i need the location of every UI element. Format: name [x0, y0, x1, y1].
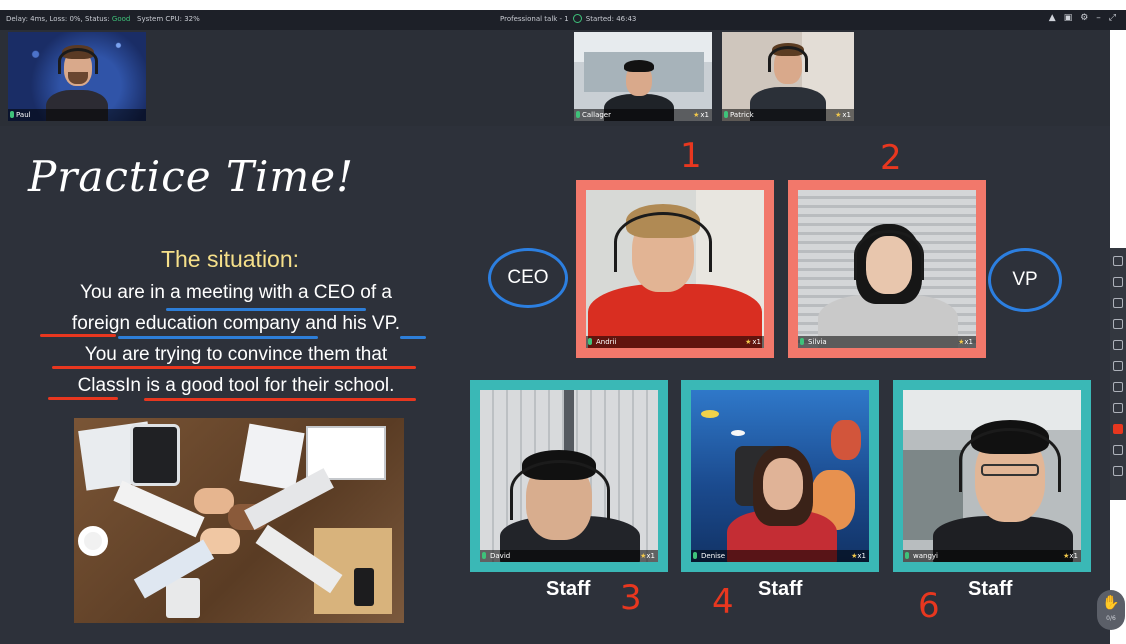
participant-name: Patrick: [730, 111, 754, 119]
hand-raise-button[interactable]: ✋ 0/6: [1097, 590, 1125, 630]
connection-status: Delay: 4ms, Loss: 0%, Status: Good Syste…: [6, 15, 200, 23]
eraser-tool-icon[interactable]: [1113, 340, 1123, 350]
situation-line: You are trying to convince them that: [84, 344, 388, 365]
clock-icon: [572, 14, 582, 23]
select-tool-icon[interactable]: [1113, 277, 1123, 287]
video-tile-wangyi[interactable]: wangyi ★x1: [893, 380, 1091, 572]
annotation-number-3: 3: [620, 578, 642, 618]
situation-line: ClassIn is a good tool for their school.: [77, 375, 395, 396]
bell-icon[interactable]: ▲: [1049, 13, 1056, 23]
record-icon[interactable]: ▣: [1064, 13, 1073, 23]
staff-label: Staff: [546, 578, 591, 600]
session-info: Professional talk - 1 Started: 46:43: [500, 14, 636, 23]
annotation-number-1: 1: [680, 136, 702, 176]
trophy-icon: ★x1: [851, 552, 866, 560]
situation-line: You are in a meeting with a CEO of a: [80, 282, 392, 303]
status-good: Good: [111, 15, 131, 23]
trophy-icon: ★x1: [835, 111, 851, 119]
video-tile-andrii[interactable]: Andrii ★x1: [576, 180, 774, 358]
situation-heading: The situation:: [160, 246, 300, 272]
ceo-annotation: CEO: [488, 248, 568, 308]
trophy-icon: ★x1: [640, 552, 655, 560]
red-underline: [48, 397, 118, 400]
toolbox-icon[interactable]: [1113, 466, 1123, 476]
annotation-number-4: 4: [712, 582, 734, 622]
blue-underline: [400, 336, 426, 339]
red-underline: [52, 366, 416, 369]
participant-name: Silvia: [808, 338, 827, 346]
top-status-bar: Delay: 4ms, Loss: 0%, Status: Good Syste…: [0, 10, 1126, 30]
red-underline: [40, 334, 116, 337]
video-tile-callager[interactable]: Callager ★x1: [574, 32, 712, 121]
minimize-icon[interactable]: –: [1096, 13, 1101, 23]
annotation-number-6: 6: [918, 586, 940, 626]
video-tile-silvia[interactable]: Silvia ★x1: [788, 180, 986, 358]
shape-tool-icon[interactable]: [1113, 382, 1123, 392]
teamwork-photo: [74, 418, 404, 623]
participant-name: wangyi: [913, 552, 938, 560]
hand-icon: ✋: [1102, 595, 1120, 611]
annotation-number-2: 2: [880, 138, 902, 178]
video-strip: Paul Callager ★x1 Patrick ★x1: [0, 30, 1110, 126]
participant-name: Andrii: [596, 338, 617, 346]
participant-name: Denise: [701, 552, 726, 560]
gear-icon[interactable]: ⚙: [1080, 13, 1088, 23]
classroom-stage: Paul Callager ★x1 Patrick ★x1 Practice Tim…: [0, 30, 1110, 644]
participant-name: Callager: [582, 111, 611, 119]
trophy-icon: ★x1: [693, 111, 709, 119]
video-tile-paul[interactable]: Paul: [8, 32, 146, 121]
red-color-icon[interactable]: [1113, 424, 1123, 434]
vp-annotation: VP: [988, 248, 1062, 312]
pointer-tool-icon[interactable]: [1113, 256, 1123, 266]
status-prefix: Delay: 4ms, Loss: 0%, Status:: [6, 15, 110, 23]
red-underline: [144, 398, 416, 401]
cpu-status: System CPU: 32%: [137, 15, 200, 23]
trash-icon[interactable]: [1113, 361, 1123, 371]
staff-label: Staff: [968, 578, 1013, 600]
expand-icon[interactable]: ⤢: [1109, 13, 1116, 23]
participant-name: Paul: [16, 111, 31, 119]
slide-title: Practice Time!: [28, 152, 354, 201]
video-tile-denise[interactable]: Denise ★x1: [681, 380, 879, 572]
situation-line: foreign education company and his VP.: [71, 313, 401, 334]
started-time: Started: 46:43: [585, 14, 637, 23]
blue-underline: [166, 308, 366, 311]
video-tile-david[interactable]: David ★x1: [470, 380, 668, 572]
image-tool-icon[interactable]: [1113, 403, 1123, 413]
video-tile-patrick[interactable]: Patrick ★x1: [722, 32, 854, 121]
blue-underline: [118, 336, 318, 339]
window-controls: ▲ ▣ ⚙ – ⤢: [1049, 13, 1116, 23]
pen-tool-icon[interactable]: [1113, 298, 1123, 308]
participant-name: David: [490, 552, 511, 560]
trophy-icon: ★x1: [958, 338, 973, 346]
staff-label: Staff: [758, 578, 803, 600]
trophy-icon: ★x1: [745, 338, 761, 346]
text-tool-icon[interactable]: [1113, 319, 1123, 329]
hand-raise-count: 0/6: [1106, 615, 1116, 622]
cloud-icon[interactable]: [1113, 445, 1123, 455]
whiteboard-toolbar: [1110, 248, 1126, 500]
trophy-icon: ★x1: [1063, 552, 1078, 560]
session-title: Professional talk - 1: [500, 14, 569, 23]
